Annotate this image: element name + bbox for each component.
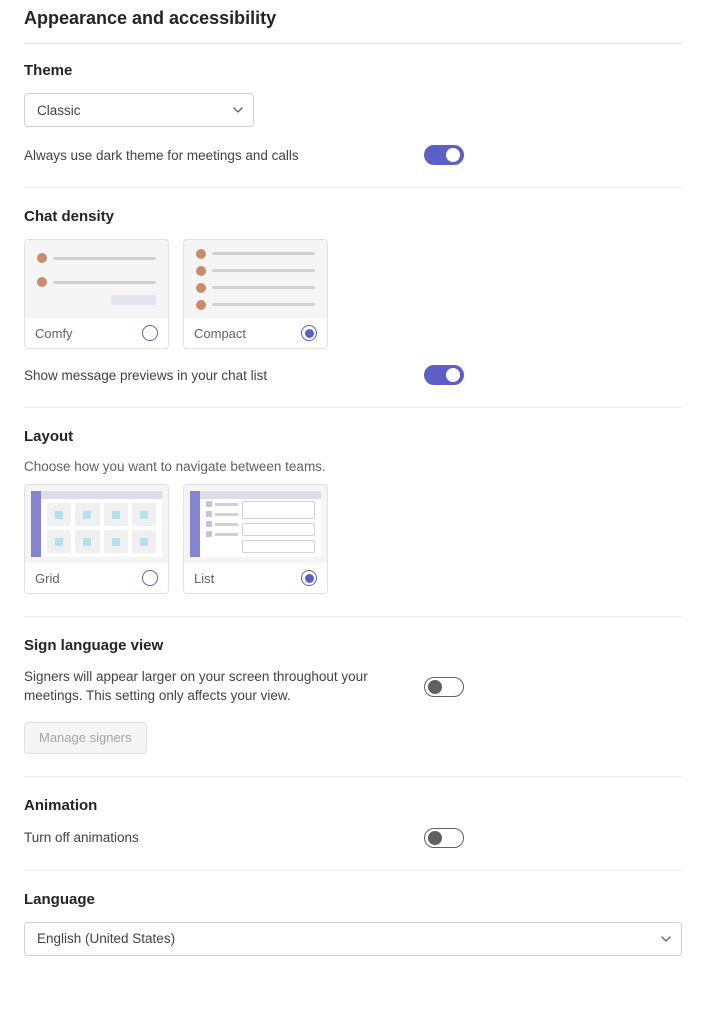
comfy-footer: Comfy: [25, 318, 168, 348]
language-title: Language: [24, 891, 682, 908]
grid-footer: Grid: [25, 563, 168, 593]
dark-meetings-label: Always use dark theme for meetings and c…: [24, 148, 394, 163]
sign-language-desc: Signers will appear larger on your scree…: [24, 668, 394, 706]
compact-label: Compact: [194, 326, 246, 341]
manage-signers-button[interactable]: Manage signers: [24, 722, 147, 754]
message-previews-row: Show message previews in your chat list: [24, 365, 682, 385]
sign-language-row: Signers will appear larger on your scree…: [24, 668, 682, 706]
theme-select[interactable]: Classic: [24, 93, 254, 127]
theme-section: Theme Classic Always use dark theme for …: [24, 62, 682, 188]
layout-desc: Choose how you want to navigate between …: [24, 459, 682, 474]
grid-radio: [142, 570, 158, 586]
layout-title: Layout: [24, 428, 682, 445]
language-select-value: English (United States): [24, 922, 682, 956]
message-previews-label: Show message previews in your chat list: [24, 368, 394, 383]
animation-row: Turn off animations: [24, 828, 682, 848]
animation-title: Animation: [24, 797, 682, 814]
comfy-preview: [25, 240, 168, 318]
language-section: Language English (United States): [24, 891, 682, 956]
theme-title: Theme: [24, 62, 682, 79]
dark-meetings-row: Always use dark theme for meetings and c…: [24, 145, 682, 165]
compact-footer: Compact: [184, 318, 327, 348]
comfy-label: Comfy: [35, 326, 73, 341]
layout-section: Layout Choose how you want to navigate b…: [24, 428, 682, 617]
list-footer: List: [184, 563, 327, 593]
density-options: Comfy Compact: [24, 239, 682, 349]
layout-option-list[interactable]: List: [183, 484, 328, 594]
comfy-radio: [142, 325, 158, 341]
list-radio: [301, 570, 317, 586]
page-title: Appearance and accessibility: [24, 0, 682, 44]
layout-option-grid[interactable]: Grid: [24, 484, 169, 594]
animation-label: Turn off animations: [24, 830, 394, 845]
compact-radio: [301, 325, 317, 341]
sign-language-title: Sign language view: [24, 637, 682, 654]
list-preview: [184, 485, 327, 563]
sign-language-section: Sign language view Signers will appear l…: [24, 637, 682, 777]
grid-preview: [25, 485, 168, 563]
chevron-down-icon: [232, 104, 244, 116]
message-previews-toggle[interactable]: [424, 365, 464, 385]
language-select[interactable]: English (United States): [24, 922, 682, 956]
animation-section: Animation Turn off animations: [24, 797, 682, 871]
chat-density-title: Chat density: [24, 208, 682, 225]
animation-toggle[interactable]: [424, 828, 464, 848]
grid-label: Grid: [35, 571, 60, 586]
compact-preview: [184, 240, 327, 318]
density-option-compact[interactable]: Compact: [183, 239, 328, 349]
list-label: List: [194, 571, 214, 586]
theme-select-value: Classic: [24, 93, 254, 127]
layout-options: Grid: [24, 484, 682, 594]
chevron-down-icon: [660, 933, 672, 945]
density-option-comfy[interactable]: Comfy: [24, 239, 169, 349]
dark-meetings-toggle[interactable]: [424, 145, 464, 165]
chat-density-section: Chat density Comfy: [24, 208, 682, 408]
sign-language-toggle[interactable]: [424, 677, 464, 697]
